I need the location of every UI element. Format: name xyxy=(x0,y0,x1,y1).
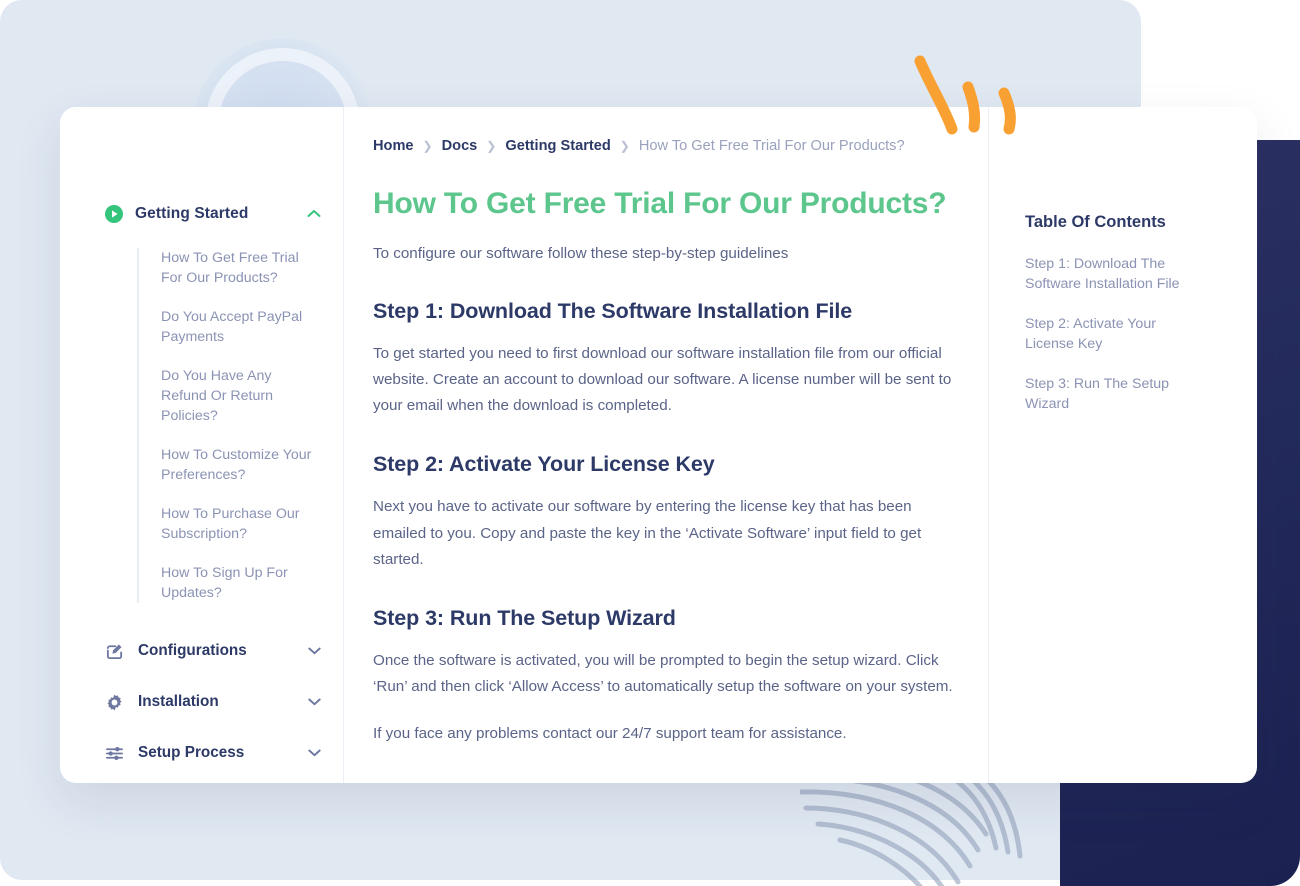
section-heading-step-1: Step 1: Download The Software Installati… xyxy=(373,298,853,323)
sidebar-subitem[interactable]: Do You Accept PayPal Payments xyxy=(139,307,315,347)
chevron-right-icon: ❯ xyxy=(486,139,497,153)
chevron-up-icon[interactable] xyxy=(307,205,321,223)
section-heading-step-2: Step 2: Activate Your License Key xyxy=(373,452,715,477)
sidebar-item-label: Installation xyxy=(138,693,219,710)
orange-strokes-decoration-icon xyxy=(900,45,1040,150)
main-content: Home ❯ Docs ❯ Getting Started ❯ How To G… xyxy=(344,107,989,783)
sliders-icon xyxy=(105,744,124,763)
sidebar-subitem[interactable]: How To Customize Your Preferences? xyxy=(139,445,315,485)
toc-list: Step 1: Download The Software Installati… xyxy=(1025,254,1227,414)
sidebar-item-label: Getting Started xyxy=(135,205,249,222)
sidebar-subitem[interactable]: How To Purchase Our Subscription? xyxy=(139,504,315,544)
closing-paragraph: If you face any problems contact our 24/… xyxy=(373,725,847,743)
chevron-right-icon: ❯ xyxy=(619,139,630,153)
edit-square-icon xyxy=(105,642,124,661)
chevron-down-icon[interactable] xyxy=(308,642,321,660)
toc-item[interactable]: Step 3: Run The Setup Wizard xyxy=(1025,374,1205,414)
sidebar-item-getting-started[interactable]: Getting Started xyxy=(60,200,343,228)
table-of-contents: Table Of Contents Step 1: Download The S… xyxy=(989,107,1257,783)
sidebar-subitem[interactable]: How To Sign Up For Updates? xyxy=(139,563,315,603)
page-title: How To Get Free Trial For Our Products? xyxy=(373,187,947,220)
sidebar: Getting Started How To Get Free Trial Fo… xyxy=(60,107,344,783)
breadcrumb-item-current: How To Get Free Trial For Our Products? xyxy=(638,138,905,154)
sidebar-subitem[interactable]: How To Get Free Trial For Our Products? xyxy=(139,248,315,288)
sidebar-item-installation[interactable]: Installation xyxy=(60,688,343,716)
section-body-step-3: Once the software is activated, you will… xyxy=(373,651,953,695)
sidebar-item-configurations[interactable]: Configurations xyxy=(60,637,343,665)
chevron-down-icon[interactable] xyxy=(308,744,321,762)
breadcrumb-item-docs[interactable]: Docs xyxy=(442,138,478,154)
breadcrumb-item-home[interactable]: Home xyxy=(373,138,414,154)
section-heading-step-3: Step 3: Run The Setup Wizard xyxy=(373,605,676,630)
play-circle-icon xyxy=(105,205,123,223)
sidebar-item-label: Configurations xyxy=(138,642,247,659)
toc-item[interactable]: Step 2: Activate Your License Key xyxy=(1025,314,1205,354)
intro-paragraph: To configure our software follow these s… xyxy=(373,245,789,263)
section-body-step-2: Next you have to activate our software b… xyxy=(373,498,922,568)
sidebar-item-label: Setup Process xyxy=(138,744,245,761)
breadcrumb-item-getting-started[interactable]: Getting Started xyxy=(505,138,610,154)
page-root: Getting Started How To Get Free Trial Fo… xyxy=(0,0,1300,886)
gear-icon xyxy=(105,693,124,712)
breadcrumb: Home ❯ Docs ❯ Getting Started ❯ How To G… xyxy=(373,138,958,154)
docs-card: Getting Started How To Get Free Trial Fo… xyxy=(60,107,1257,783)
chevron-down-icon[interactable] xyxy=(308,693,321,711)
sidebar-sublist: How To Get Free Trial For Our Products? … xyxy=(137,248,343,603)
sidebar-subitem[interactable]: Do You Have Any Refund Or Return Policie… xyxy=(139,366,315,426)
sidebar-item-setup-process[interactable]: Setup Process xyxy=(60,739,343,767)
section-body-step-1: To get started you need to first downloa… xyxy=(373,344,952,415)
toc-item[interactable]: Step 1: Download The Software Installati… xyxy=(1025,254,1205,294)
toc-title: Table Of Contents xyxy=(1025,213,1166,231)
chevron-right-icon: ❯ xyxy=(422,139,433,153)
sidebar-menu: Configurations Installation Setup Proces… xyxy=(60,637,343,783)
